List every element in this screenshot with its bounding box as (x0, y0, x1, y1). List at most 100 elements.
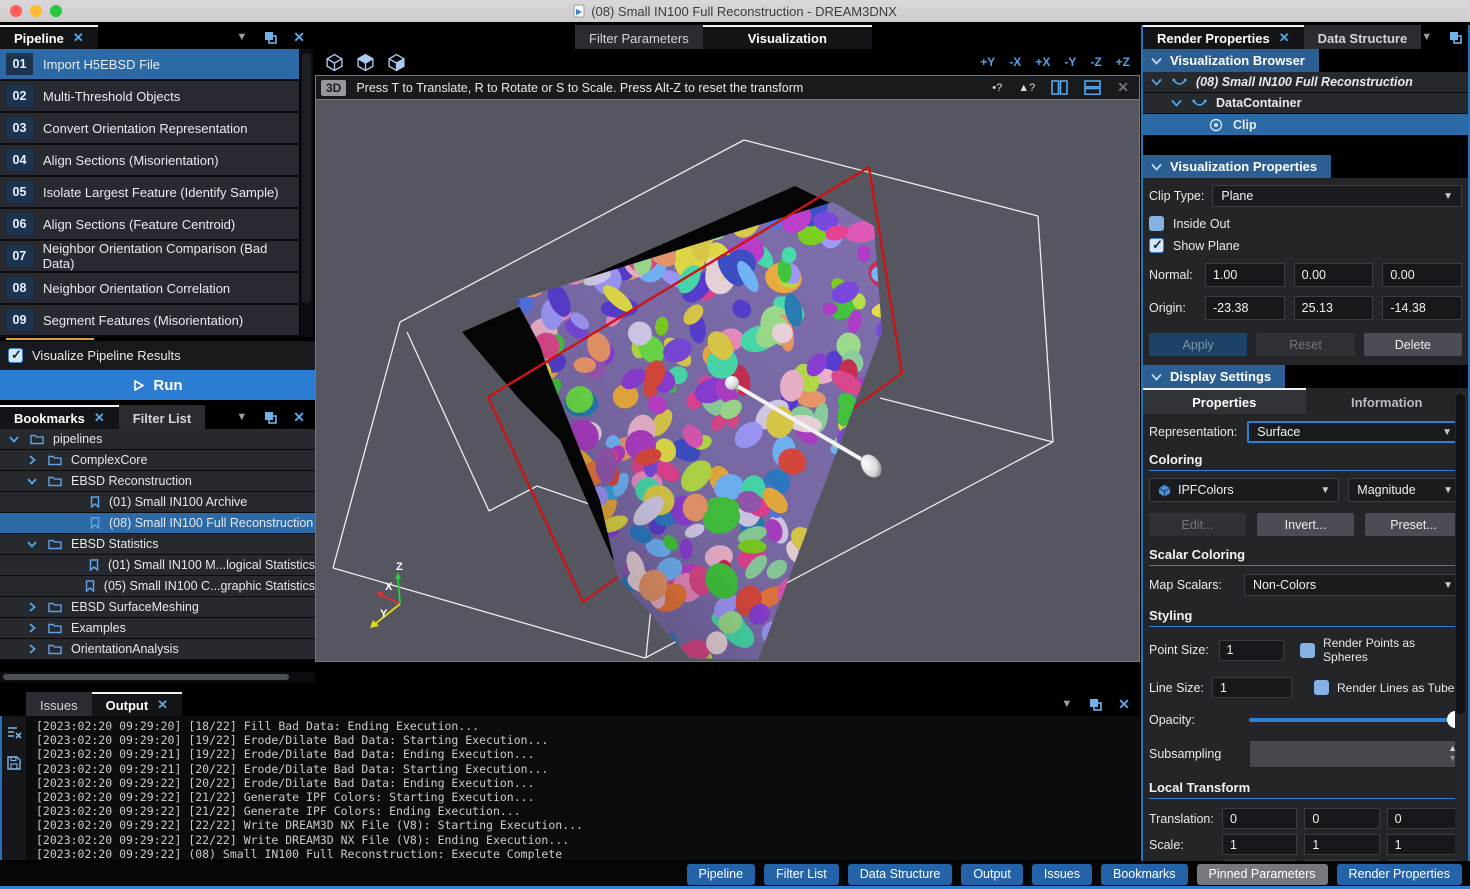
orientation-z-field[interactable]: 0 (1387, 860, 1462, 861)
axis-view-button-plusX[interactable]: +X (1035, 55, 1050, 69)
tab-issues[interactable]: Issues (26, 692, 92, 716)
translation-y-field[interactable]: 0 (1304, 808, 1379, 829)
chevron-down-icon[interactable]: ▼ (1061, 698, 1072, 710)
tab-pipeline[interactable]: Pipeline ✕ (0, 25, 98, 49)
camera-cube-filled-icon[interactable] (356, 53, 375, 72)
split-vertical-icon[interactable] (1051, 80, 1068, 95)
tab-close-icon[interactable]: ✕ (1279, 30, 1290, 46)
invert-colors-button[interactable]: Invert... (1257, 513, 1354, 536)
component-dropdown[interactable]: Magnitude ▼ (1348, 478, 1462, 502)
pipeline-filter-row[interactable]: 05Isolate Largest Feature (Identify Samp… (0, 177, 299, 209)
tab-filter-parameters[interactable]: Filter Parameters (575, 25, 703, 49)
edit-colors-button[interactable]: Edit... (1149, 513, 1246, 536)
bookmark-folder-row[interactable]: ComplexCore (0, 450, 315, 471)
undock-icon[interactable] (1088, 698, 1102, 711)
browser-node-datacontainer[interactable]: DataContainer (1143, 93, 1468, 114)
render-points-spheres-checkbox[interactable] (1300, 643, 1315, 658)
bookmark-folder-row[interactable]: EBSD SurfaceMeshing (0, 597, 315, 618)
bookmark-folder-row[interactable]: pipelines (0, 429, 315, 450)
tab-bookmarks[interactable]: Bookmarks ✕ (0, 405, 119, 429)
browser-node-clip[interactable]: Clip (1143, 114, 1468, 136)
scale-x-field[interactable]: 1 (1222, 834, 1297, 855)
bookmark-folder-row[interactable]: EBSD Statistics (0, 534, 315, 555)
camera-cube-corner-icon[interactable] (387, 53, 406, 72)
axis-view-button-plusZ[interactable]: +Z (1116, 55, 1130, 69)
representation-dropdown[interactable]: Surface ▼ (1247, 421, 1462, 443)
tab-output[interactable]: Output ✕ (92, 692, 183, 716)
pipeline-filter-row[interactable]: 07Neighbor Orientation Comparison (Bad D… (0, 241, 299, 273)
dock-toggle-pinned-parameters[interactable]: Pinned Parameters (1197, 864, 1328, 885)
chevron-expanded-icon[interactable] (26, 476, 38, 486)
visibility-eye-icon[interactable] (1209, 118, 1223, 132)
chevron-collapsed-icon[interactable] (26, 602, 38, 612)
run-pipeline-button[interactable]: Run (0, 370, 315, 400)
normal-y-field[interactable]: 0.00 (1294, 263, 1374, 287)
render-panel-scrollbar[interactable] (1455, 390, 1466, 861)
delete-button[interactable]: Delete (1364, 333, 1462, 356)
dock-toggle-filter-list[interactable]: Filter List (764, 864, 839, 885)
chevron-down-icon[interactable]: ▼ (236, 411, 247, 423)
camera-cube-icon[interactable] (325, 53, 344, 72)
bookmark-folder-row[interactable]: EBSD Reconstruction (0, 471, 315, 492)
pipeline-filter-row[interactable]: 01Import H5EBSD File (0, 49, 299, 81)
browser-node-root[interactable]: (08) Small IN100 Full Reconstruction (1143, 72, 1468, 93)
bookmark-item-row[interactable]: (01) Small IN100 Archive (0, 492, 315, 513)
bookmark-item-row[interactable]: (01) Small IN100 M...logical Statistics (0, 555, 315, 576)
render-viewport-3d[interactable]: Z X Y (316, 100, 1139, 661)
dock-toggle-render-properties[interactable]: Render Properties (1337, 864, 1462, 885)
bookmark-item-row[interactable]: (05) Small IN100 C...graphic Statistics (0, 576, 315, 597)
origin-z-field[interactable]: -14.38 (1382, 296, 1462, 320)
dock-toggle-issues[interactable]: Issues (1032, 864, 1092, 885)
tab-close-icon[interactable]: ✕ (94, 410, 105, 426)
subsampling-spinbox[interactable]: ▲▼ (1249, 740, 1462, 768)
render-lines-tubes-checkbox[interactable] (1314, 680, 1329, 695)
preset-colors-button[interactable]: Preset... (1365, 513, 1462, 536)
line-size-field[interactable]: 1 (1212, 677, 1292, 698)
close-panel-icon[interactable]: ✕ (1118, 696, 1130, 713)
pipeline-scrollbar[interactable] (300, 49, 313, 337)
pipeline-filter-row[interactable]: 03Convert Orientation Representation (0, 113, 299, 145)
pipeline-filter-row[interactable]: 02Multi-Threshold Objects (0, 81, 299, 113)
output-console[interactable]: [2023:02:20 09:29:20] [18/22] Fill Bad D… (26, 716, 1140, 860)
map-scalars-dropdown[interactable]: Non-Colors ▼ (1244, 574, 1462, 596)
chevron-collapsed-icon[interactable] (26, 644, 38, 654)
bookmarks-hscrollbar[interactable] (0, 672, 315, 682)
scale-z-field[interactable]: 1 (1387, 834, 1462, 855)
expand-chevron-icon[interactable] (1171, 99, 1182, 107)
close-view-icon[interactable]: ✕ (1117, 79, 1129, 96)
tab-render-properties[interactable]: Render Properties ✕ (1143, 25, 1304, 49)
window-close-button[interactable] (10, 5, 22, 17)
clear-output-icon[interactable] (7, 726, 22, 740)
origin-x-field[interactable]: -23.38 (1205, 296, 1285, 320)
chevron-down-icon[interactable]: ▼ (236, 31, 247, 43)
window-minimize-button[interactable] (30, 5, 42, 17)
tab-visualization[interactable]: Visualization (703, 25, 872, 49)
dock-toggle-data-structure[interactable]: Data Structure (848, 864, 953, 885)
visualization-browser-header[interactable]: Visualization Browser (1143, 49, 1468, 72)
inside-out-checkbox[interactable] (1149, 216, 1164, 231)
visualization-properties-header[interactable]: Visualization Properties (1143, 155, 1468, 178)
chevron-collapsed-icon[interactable] (26, 623, 38, 633)
color-array-dropdown[interactable]: IPFColors ▼ (1149, 478, 1339, 502)
dock-toggle-pipeline[interactable]: Pipeline (687, 864, 755, 885)
normal-x-field[interactable]: 1.00 (1205, 263, 1285, 287)
chevron-expanded-icon[interactable] (8, 434, 20, 444)
tab-display-information[interactable]: Information (1306, 388, 1469, 414)
undock-icon[interactable] (263, 411, 277, 424)
bookmark-folder-row[interactable]: Examples (0, 618, 315, 639)
pipeline-filter-row[interactable]: 08Neighbor Orientation Correlation (0, 273, 299, 305)
undock-icon[interactable] (263, 31, 277, 44)
undock-icon[interactable] (1448, 31, 1462, 44)
dock-toggle-bookmarks[interactable]: Bookmarks (1101, 864, 1188, 885)
save-output-icon[interactable] (7, 756, 21, 770)
pipeline-filter-row[interactable]: 06Align Sections (Feature Centroid) (0, 209, 299, 241)
tab-display-properties[interactable]: Properties (1143, 388, 1306, 414)
tab-close-icon[interactable]: ✕ (157, 697, 168, 713)
axis-view-button-minusY[interactable]: -Y (1064, 55, 1076, 69)
tab-data-structure[interactable]: Data Structure (1304, 25, 1422, 49)
chevron-collapsed-icon[interactable] (26, 455, 38, 465)
cell-help-icon[interactable]: ▲? (1018, 82, 1035, 94)
clip-type-dropdown[interactable]: Plane ▼ (1212, 185, 1462, 207)
point-help-icon[interactable]: •? (992, 82, 1002, 94)
normal-z-field[interactable]: 0.00 (1382, 263, 1462, 287)
